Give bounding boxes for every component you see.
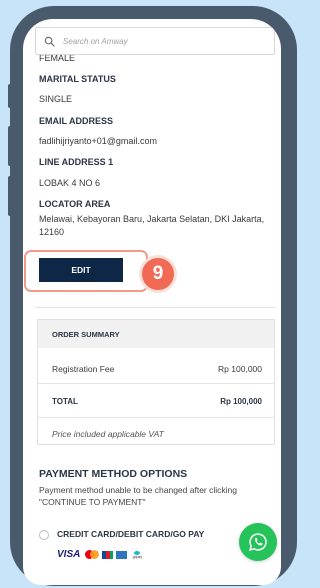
search-icon — [44, 36, 55, 47]
line-address-value: LOBAK 4 NO 6 — [39, 178, 101, 188]
marital-status-label: MARITAL STATUS — [39, 74, 116, 84]
mastercard-icon — [85, 550, 100, 559]
amex-icon — [116, 550, 128, 559]
payment-method-title: PAYMENT METHOD OPTIONS — [39, 468, 188, 480]
edit-button[interactable]: EDIT — [39, 258, 123, 282]
card-logos: VISA gopay — [57, 549, 144, 560]
visa-icon: VISA — [57, 549, 81, 560]
payment-option-label[interactable]: CREDIT CARD/DEBIT CARD/GO PAY — [57, 529, 204, 539]
order-total-row: TOTAL Rp 100,000 — [52, 397, 262, 406]
order-summary-box: ORDER SUMMARY Registration Fee Rp 100,00… — [37, 319, 275, 445]
email-label: EMAIL ADDRESS — [39, 116, 114, 126]
locator-area-value: Melawai, Kebayoran Baru, Jakarta Selatan… — [39, 214, 265, 237]
order-summary-row: Registration Fee Rp 100,000 — [52, 364, 262, 374]
marital-status-value: SINGLE — [39, 94, 73, 104]
whatsapp-chat-button[interactable] — [239, 523, 277, 561]
search-input[interactable] — [63, 36, 243, 46]
order-total-label: TOTAL — [52, 397, 78, 406]
order-row-value: Rp 100,000 — [218, 364, 262, 374]
line-address-label: LINE ADDRESS 1 — [39, 157, 114, 167]
locator-area-label: LOCATOR AREA — [39, 199, 111, 209]
search-bar[interactable] — [35, 27, 275, 55]
order-row-label: Registration Fee — [52, 364, 115, 374]
vat-note: Price included applicable VAT — [52, 429, 164, 439]
step-number-badge: 9 — [139, 255, 177, 293]
order-summary-title: ORDER SUMMARY — [38, 320, 274, 348]
payment-option-radio[interactable] — [39, 530, 49, 540]
order-total-value: Rp 100,000 — [220, 397, 262, 406]
email-value: fadlihijriyanto+01@gmail.com — [39, 136, 157, 146]
order-total-divider — [38, 417, 274, 418]
section-divider — [35, 307, 275, 308]
order-summary-divider — [38, 383, 274, 384]
gopay-icon: gopay — [130, 550, 144, 559]
whatsapp-icon — [249, 533, 267, 551]
payment-method-note: Payment method unable to be changed afte… — [39, 485, 237, 507]
jcb-icon — [102, 550, 114, 559]
phone-screen: FEMALE MARITAL STATUS SINGLE EMAIL ADDRE… — [23, 19, 281, 585]
